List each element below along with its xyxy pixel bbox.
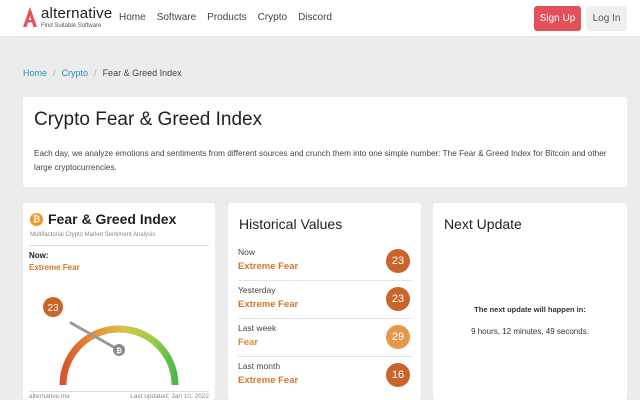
now-classification: Extreme Fear	[29, 263, 80, 272]
history-row-last-week: Last week Fear 29	[238, 319, 412, 357]
history-classification: Extreme Fear	[238, 375, 299, 386]
login-button[interactable]: Log In	[586, 6, 627, 31]
menu-item-crypto[interactable]: Crypto	[258, 12, 287, 23]
next-update-card: Next Update The next update will happen …	[433, 203, 627, 400]
history-classification: Fear	[238, 337, 259, 348]
page-title: Crypto Fear & Greed Index	[34, 109, 263, 130]
history-row-now: Now Extreme Fear 23	[238, 243, 412, 281]
history-value-badge: 23	[386, 249, 410, 273]
breadcrumb-home[interactable]: Home	[23, 68, 47, 78]
history-value-badge: 29	[386, 325, 410, 349]
breadcrumb-current: Fear & Greed Index	[102, 68, 182, 78]
gauge-subtitle: Multifactorial Crypto Market Sentiment A…	[30, 232, 156, 238]
gauge-title: Fear & Greed Index	[48, 211, 177, 227]
menu-item-discord[interactable]: Discord	[298, 12, 332, 23]
breadcrumb-separator: /	[53, 68, 56, 78]
gauge-last-updated: Last updated: Jan 10, 2022	[130, 393, 209, 400]
history-label: Yesterday	[238, 285, 276, 295]
history-row-yesterday: Yesterday Extreme Fear 23	[238, 281, 412, 319]
gauge-source[interactable]: alternative.me	[29, 393, 70, 400]
menu-item-software[interactable]: Software	[157, 12, 196, 23]
history-label: Last month	[238, 361, 281, 371]
logo-tagline: Find Suitable Software	[41, 23, 102, 29]
top-nav: alternative Find Suitable Software Home …	[0, 0, 640, 37]
divider	[29, 245, 209, 246]
sentiment-gauge: ₿ 23	[43, 297, 179, 386]
gauge-value: 23	[47, 303, 59, 314]
logo-name: alternative	[41, 5, 113, 22]
gauge-arc	[59, 325, 179, 386]
site-logo[interactable]: alternative Find Suitable Software	[22, 6, 112, 29]
history-classification: Extreme Fear	[238, 261, 299, 272]
historical-values-card: Historical Values Now Extreme Fear 23 Ye…	[228, 203, 421, 400]
bitcoin-icon: ₿	[30, 212, 43, 226]
history-value-badge: 16	[386, 363, 410, 387]
breadcrumb-separator: /	[94, 68, 97, 78]
now-label: Now:	[29, 251, 49, 260]
history-label: Now	[238, 247, 256, 257]
menu-item-home[interactable]: Home	[119, 12, 146, 23]
logo-a-icon	[23, 7, 37, 27]
history-row-last-month: Last month Extreme Fear 16	[238, 357, 412, 395]
next-update-countdown: 9 hours, 12 minutes, 49 seconds.	[471, 327, 589, 336]
breadcrumb: Home / Crypto / Fear & Greed Index	[23, 68, 182, 78]
intro-card: Crypto Fear & Greed Index Each day, we a…	[23, 97, 627, 187]
history-label: Last week	[238, 323, 277, 333]
page-description: Each day, we analyze emotions and sentim…	[34, 149, 607, 172]
breadcrumb-crypto[interactable]: Crypto	[62, 68, 89, 78]
next-update-title: Next Update	[444, 216, 522, 232]
gauge-header: ₿ Fear & Greed Index	[30, 211, 176, 227]
divider	[29, 391, 209, 392]
main-menu: Home Software Products Crypto Discord	[119, 12, 343, 23]
next-update-message: The next update will happen in:	[474, 305, 586, 314]
history-value-badge: 23	[386, 287, 410, 311]
gauge-hub-bitcoin-icon: ₿	[116, 347, 122, 355]
signup-button[interactable]: Sign Up	[534, 6, 581, 31]
menu-item-products[interactable]: Products	[207, 12, 246, 23]
fear-greed-gauge-card: ₿ Fear & Greed Index Multifactorial Cryp…	[23, 203, 215, 400]
history-classification: Extreme Fear	[238, 299, 299, 310]
historical-title: Historical Values	[239, 216, 343, 232]
